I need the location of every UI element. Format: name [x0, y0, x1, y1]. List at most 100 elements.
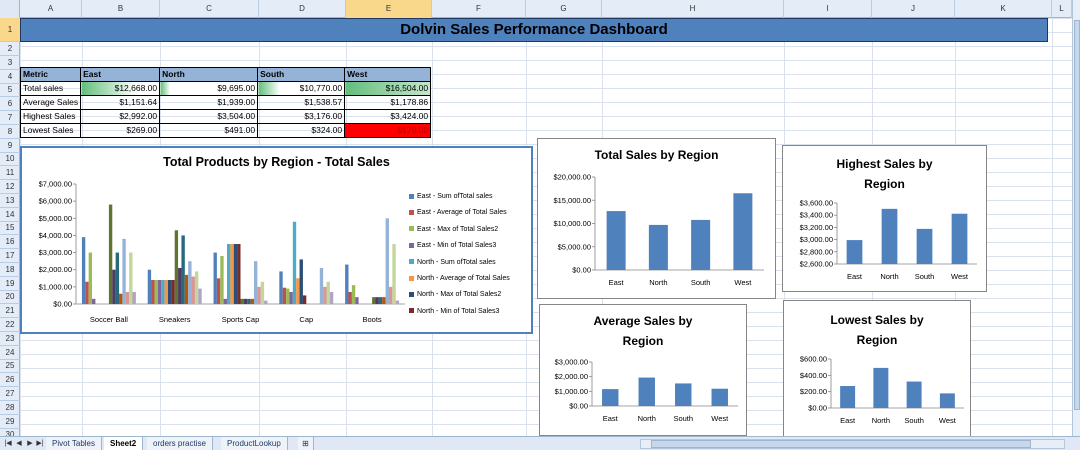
column-header-l[interactable]: L [1052, 0, 1072, 18]
value-cell[interactable]: $3,424.00 [344, 109, 432, 124]
row-header-9[interactable]: 9 [0, 139, 20, 153]
column-header-f[interactable]: F [432, 0, 526, 18]
row-header-2[interactable]: 2 [0, 42, 20, 56]
column-header-e[interactable]: E [346, 0, 432, 18]
average-sales-chart[interactable]: Average Sales by Region $0.00 $1,000.00 $2… [539, 304, 747, 436]
prev-sheet-icon[interactable]: ◀ [14, 438, 24, 449]
y-tick-label: $3,000.00 [800, 235, 833, 244]
value-cell[interactable]: $1,538.57 [257, 95, 346, 110]
value-cell[interactable]: $1,939.00 [159, 95, 259, 110]
value-cell[interactable]: $10,770.00 [257, 81, 346, 96]
metric-label[interactable]: Highest Sales [19, 109, 82, 124]
dashboard-title-cell[interactable]: Dolvin Sales Performance Dashboard [20, 18, 1048, 42]
row-header-15[interactable]: 15 [0, 221, 20, 236]
row-header-bar: 1 2 3 4 5 6 7 8 9 10 11 12 13 14 15 16 17 18 19 20 21 22 23 24 2… [0, 18, 20, 443]
highest-sales-chart[interactable]: Highest Sales by Region $2,600.00 $2,800.… [782, 145, 987, 292]
row-header-19[interactable]: 19 [0, 277, 20, 291]
row-header-10[interactable]: 10 [0, 152, 20, 167]
column-header-b[interactable]: B [82, 0, 160, 18]
products-by-region-chart[interactable]: Total Products by Region - Total Sales $… [20, 146, 533, 334]
column-header-h[interactable]: H [602, 0, 784, 18]
row-header-21[interactable]: 21 [0, 304, 20, 319]
header-cell-south[interactable]: South [257, 67, 346, 82]
header-cell-east[interactable]: East [80, 67, 161, 82]
row-header-11[interactable]: 11 [0, 166, 20, 181]
value-cell[interactable]: $324.00 [257, 123, 346, 138]
last-sheet-icon[interactable]: ▶| [35, 438, 45, 449]
row-header-17[interactable]: 17 [0, 249, 20, 263]
metric-label[interactable]: Lowest Sales [19, 123, 82, 138]
value-cell[interactable]: $179.00 [344, 123, 432, 138]
bar-sneakers [154, 280, 158, 304]
row-header-27[interactable]: 27 [0, 387, 20, 401]
bar-cap [279, 271, 283, 304]
value-cell[interactable]: $3,504.00 [159, 109, 259, 124]
row-header-1[interactable]: 1 [0, 18, 20, 42]
lowest-sales-chart[interactable]: Lowest Sales by Region $0.00 $200.00 $400.… [783, 300, 971, 437]
tab-sheet2[interactable]: Sheet2 [104, 437, 144, 450]
total-sales-chart[interactable]: Total Sales by Region $0.00 $5,000.00 $10,… [537, 138, 776, 299]
bar-boots [388, 286, 393, 304]
header-cell-metric[interactable]: Metric [19, 67, 82, 82]
horizontal-scrollbar[interactable] [640, 439, 1065, 449]
column-header-j[interactable]: J [872, 0, 955, 18]
value-cell[interactable]: $269.00 [80, 123, 161, 138]
x-tick-label: West [939, 416, 957, 425]
row-header-24[interactable]: 24 [0, 346, 20, 360]
tab-pivot-tables[interactable]: Pivot Tables [46, 437, 102, 450]
row-header-16[interactable]: 16 [0, 235, 20, 250]
value-cell[interactable]: $491.00 [159, 123, 259, 138]
vertical-scroll-thumb[interactable] [1074, 20, 1080, 410]
row-header-28[interactable]: 28 [0, 401, 20, 415]
column-header-k[interactable]: K [955, 0, 1052, 18]
tab-orders-practise[interactable]: orders practise [147, 437, 213, 450]
value-cell[interactable]: $1,151.64 [80, 95, 161, 110]
row-header-22[interactable]: 22 [0, 318, 20, 332]
next-sheet-icon[interactable]: ▶ [25, 438, 35, 449]
row-header-12[interactable]: 12 [0, 180, 20, 194]
row-header-18[interactable]: 18 [0, 263, 20, 277]
row-header-4[interactable]: 4 [0, 70, 20, 84]
header-cell-north[interactable]: North [159, 67, 259, 82]
value-cell[interactable]: $1,178.86 [344, 95, 432, 110]
row-header-14[interactable]: 14 [0, 208, 20, 222]
row-header-29[interactable]: 29 [0, 415, 20, 429]
row-header-7[interactable]: 7 [0, 111, 20, 125]
y-tick-label: $600.00 [800, 355, 827, 364]
row-header-23[interactable]: 23 [0, 332, 20, 346]
horizontal-scroll-thumb[interactable] [651, 440, 1031, 448]
value-cell[interactable]: $2,992.00 [80, 109, 161, 124]
vertical-scrollbar[interactable] [1072, 0, 1080, 436]
column-header-a[interactable]: A [20, 0, 82, 18]
bar-sneakers [198, 288, 202, 304]
column-header-g[interactable]: G [526, 0, 602, 18]
row-header-3[interactable]: 3 [0, 56, 20, 70]
metric-label[interactable]: Total sales [19, 81, 82, 96]
column-header-i[interactable]: I [784, 0, 872, 18]
first-sheet-icon[interactable]: |◀ [3, 438, 13, 449]
table-row: Average Sales $1,151.64 $1,939.00 $1,538… [19, 95, 432, 110]
value-cell[interactable]: $12,668.00 [80, 81, 161, 96]
row-header-26[interactable]: 26 [0, 373, 20, 388]
row-header-13[interactable]: 13 [0, 194, 20, 208]
header-cell-west[interactable]: West [344, 67, 432, 82]
row-header-25[interactable]: 25 [0, 359, 20, 374]
legend-entry: East - Min of Total Sales3 [409, 240, 510, 256]
row-header-5[interactable]: 5 [0, 83, 20, 98]
metric-label[interactable]: Average Sales [19, 95, 82, 110]
bar-sneakers [184, 274, 189, 304]
bar-cap [282, 287, 287, 304]
value-cell[interactable]: $3,176.00 [257, 109, 346, 124]
select-all-corner[interactable] [0, 0, 20, 18]
x-tick-label: East [603, 414, 619, 423]
bar-west [939, 393, 955, 408]
value-cell[interactable]: $16,504.00 [344, 81, 432, 96]
row-header-6[interactable]: 6 [0, 97, 20, 112]
row-header-20[interactable]: 20 [0, 290, 20, 305]
column-header-c[interactable]: C [160, 0, 259, 18]
row-header-8[interactable]: 8 [0, 125, 20, 139]
insert-sheet-icon[interactable]: ⊞ [298, 437, 314, 450]
column-header-d[interactable]: D [259, 0, 346, 18]
tab-productlookup[interactable]: ProductLookup [221, 437, 288, 450]
value-cell[interactable]: $9,695.00 [159, 81, 259, 96]
